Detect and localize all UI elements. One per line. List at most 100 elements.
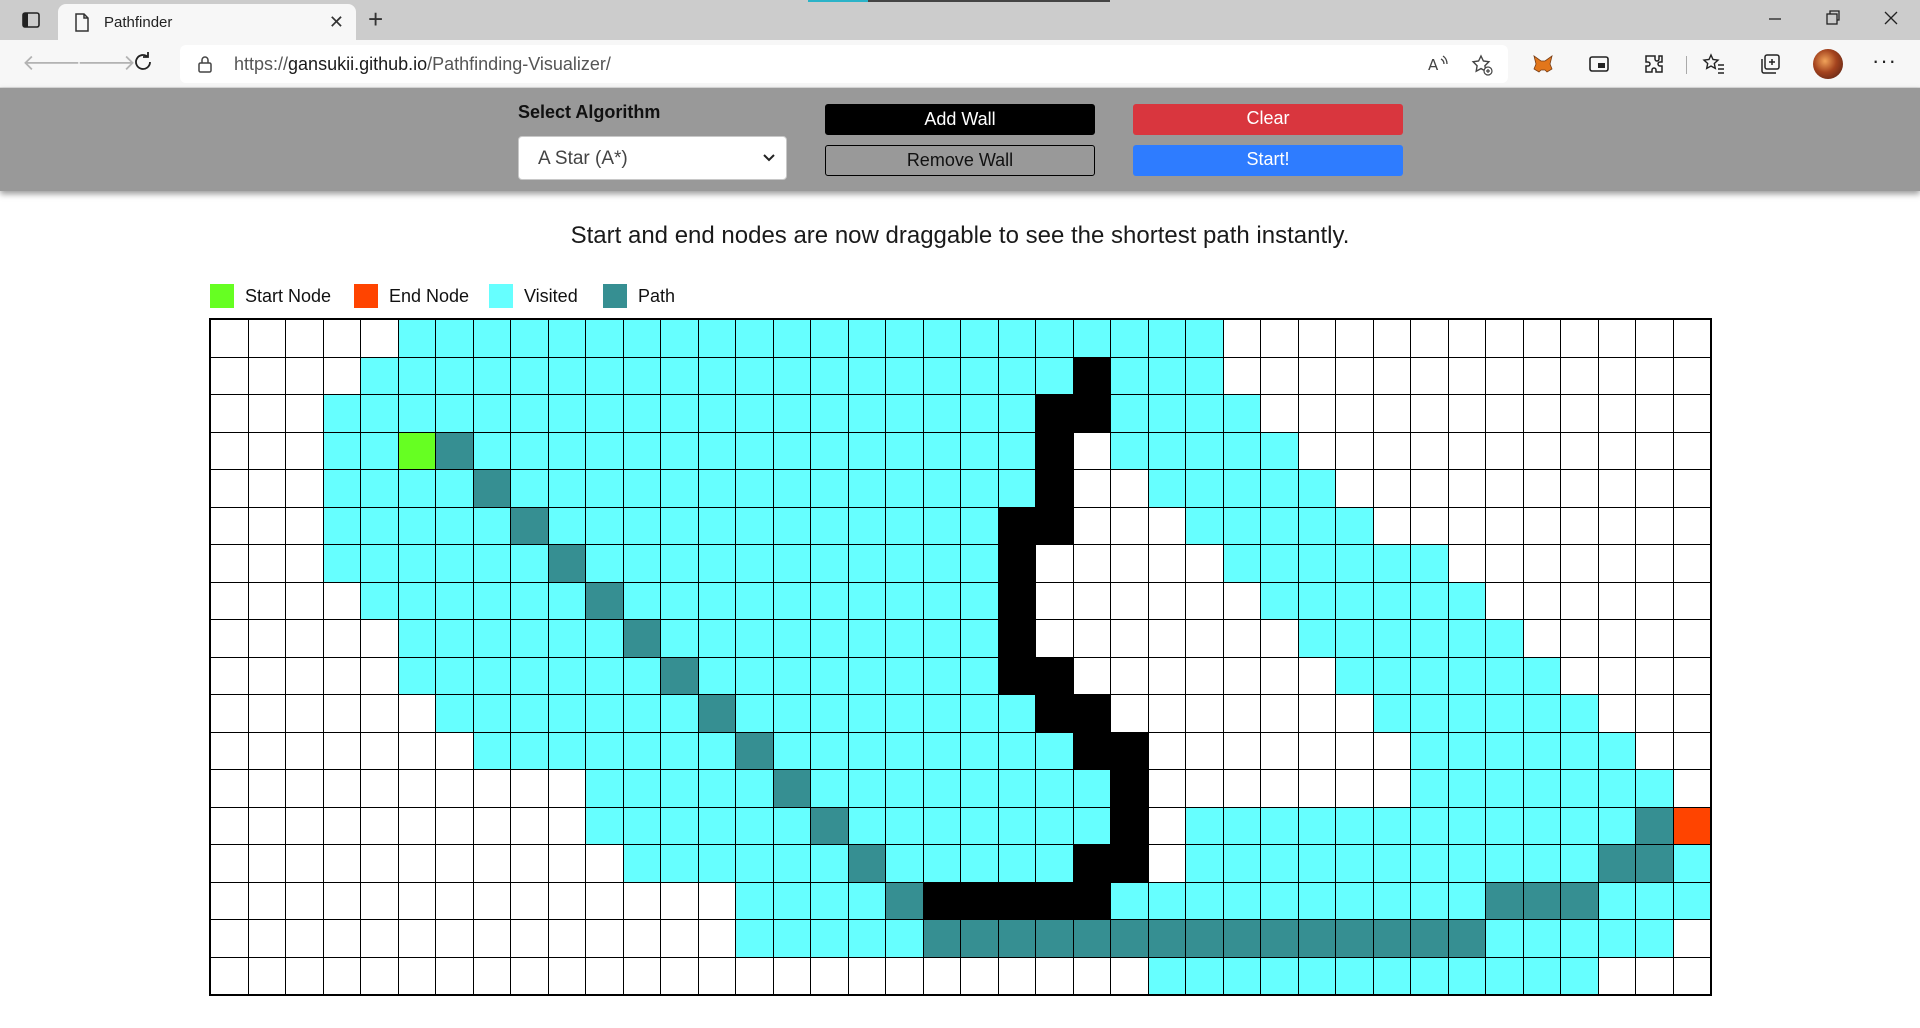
visited-cell[interactable] [1336, 582, 1374, 620]
visited-cell[interactable] [1448, 695, 1486, 733]
wall-cell[interactable] [1073, 882, 1111, 920]
visited-cell[interactable] [923, 507, 961, 545]
visited-cell[interactable] [773, 357, 811, 395]
grid-cell[interactable] [361, 957, 399, 995]
grid-cell[interactable] [1186, 582, 1224, 620]
grid-cell[interactable] [1111, 507, 1149, 545]
visited-cell[interactable] [961, 545, 999, 583]
new-tab-icon[interactable]: + [368, 4, 383, 35]
grid-cell[interactable] [1598, 357, 1636, 395]
grid-cell[interactable] [248, 695, 286, 733]
grid-cell[interactable] [1561, 545, 1599, 583]
path-cell[interactable] [511, 507, 549, 545]
visited-cell[interactable] [1073, 807, 1111, 845]
visited-cell[interactable] [998, 732, 1036, 770]
visited-cell[interactable] [1373, 807, 1411, 845]
visited-cell[interactable] [923, 620, 961, 658]
visited-cell[interactable] [473, 620, 511, 658]
grid-cell[interactable] [1561, 432, 1599, 470]
visited-cell[interactable] [1261, 582, 1299, 620]
grid-cell[interactable] [1636, 432, 1674, 470]
back-icon[interactable]: 🡐 [22, 50, 81, 76]
grid-cell[interactable] [623, 882, 661, 920]
grid-cell[interactable] [1561, 357, 1599, 395]
grid-cell[interactable] [1336, 732, 1374, 770]
grid-cell[interactable] [1111, 582, 1149, 620]
visited-cell[interactable] [1223, 507, 1261, 545]
grid-cell[interactable] [1598, 620, 1636, 658]
visited-cell[interactable] [736, 695, 774, 733]
grid-cell[interactable] [1561, 582, 1599, 620]
grid-cell[interactable] [1598, 470, 1636, 508]
grid-cell[interactable] [323, 845, 361, 883]
wall-cell[interactable] [1036, 432, 1074, 470]
visited-cell[interactable] [848, 357, 886, 395]
visited-cell[interactable] [1336, 657, 1374, 695]
grid-cell[interactable] [1486, 395, 1524, 433]
visited-cell[interactable] [1411, 770, 1449, 808]
grid-cell[interactable] [1111, 470, 1149, 508]
visited-cell[interactable] [661, 470, 699, 508]
wall-cell[interactable] [1073, 845, 1111, 883]
grid-cell[interactable] [1523, 320, 1561, 358]
grid-cell[interactable] [511, 845, 549, 883]
visited-cell[interactable] [1036, 770, 1074, 808]
grid-cell[interactable] [286, 432, 324, 470]
grid-cell[interactable] [1223, 357, 1261, 395]
path-cell[interactable] [1073, 920, 1111, 958]
grid-cell[interactable] [211, 770, 249, 808]
visited-cell[interactable] [473, 582, 511, 620]
visited-cell[interactable] [1073, 770, 1111, 808]
visited-cell[interactable] [698, 582, 736, 620]
grid-cell[interactable] [436, 807, 474, 845]
grid-cell[interactable] [248, 732, 286, 770]
grid-cell[interactable] [1598, 545, 1636, 583]
visited-cell[interactable] [1523, 807, 1561, 845]
grid-cell[interactable] [1373, 395, 1411, 433]
close-window-icon[interactable] [1883, 8, 1899, 33]
grid-cell[interactable] [323, 732, 361, 770]
visited-cell[interactable] [1561, 807, 1599, 845]
visited-cell[interactable] [848, 732, 886, 770]
visited-cell[interactable] [1186, 395, 1224, 433]
grid-cell[interactable] [886, 957, 924, 995]
grid-cell[interactable] [211, 545, 249, 583]
visited-cell[interactable] [811, 320, 849, 358]
visited-cell[interactable] [623, 545, 661, 583]
path-cell[interactable] [736, 732, 774, 770]
forward-icon[interactable]: 🡒 [77, 50, 136, 76]
visited-cell[interactable] [473, 320, 511, 358]
grid-cell[interactable] [1673, 470, 1711, 508]
grid-cell[interactable] [211, 882, 249, 920]
grid-cell[interactable] [1411, 470, 1449, 508]
grid-cell[interactable] [1036, 545, 1074, 583]
visited-cell[interactable] [848, 807, 886, 845]
grid-cell[interactable] [1486, 320, 1524, 358]
visited-cell[interactable] [361, 545, 399, 583]
grid-cell[interactable] [1598, 582, 1636, 620]
grid-cell[interactable] [1298, 357, 1336, 395]
visited-cell[interactable] [848, 657, 886, 695]
grid-cell[interactable] [248, 320, 286, 358]
wall-cell[interactable] [998, 507, 1036, 545]
grid-cell[interactable] [1073, 470, 1111, 508]
visited-cell[interactable] [661, 732, 699, 770]
visited-cell[interactable] [1148, 470, 1186, 508]
visited-cell[interactable] [1186, 882, 1224, 920]
visited-cell[interactable] [1261, 807, 1299, 845]
visited-cell[interactable] [511, 432, 549, 470]
refresh-icon[interactable] [131, 49, 155, 81]
grid-cell[interactable] [1673, 432, 1711, 470]
restore-icon[interactable] [1825, 8, 1841, 33]
favorite-add-icon[interactable] [1471, 54, 1493, 81]
add-wall-button[interactable]: Add Wall [825, 104, 1095, 135]
visited-cell[interactable] [811, 882, 849, 920]
grid-cell[interactable] [1111, 620, 1149, 658]
path-cell[interactable] [1448, 920, 1486, 958]
grid-cell[interactable] [1673, 957, 1711, 995]
grid-cell[interactable] [1298, 770, 1336, 808]
visited-cell[interactable] [623, 507, 661, 545]
visited-cell[interactable] [1561, 770, 1599, 808]
visited-cell[interactable] [1336, 507, 1374, 545]
grid-cell[interactable] [698, 882, 736, 920]
